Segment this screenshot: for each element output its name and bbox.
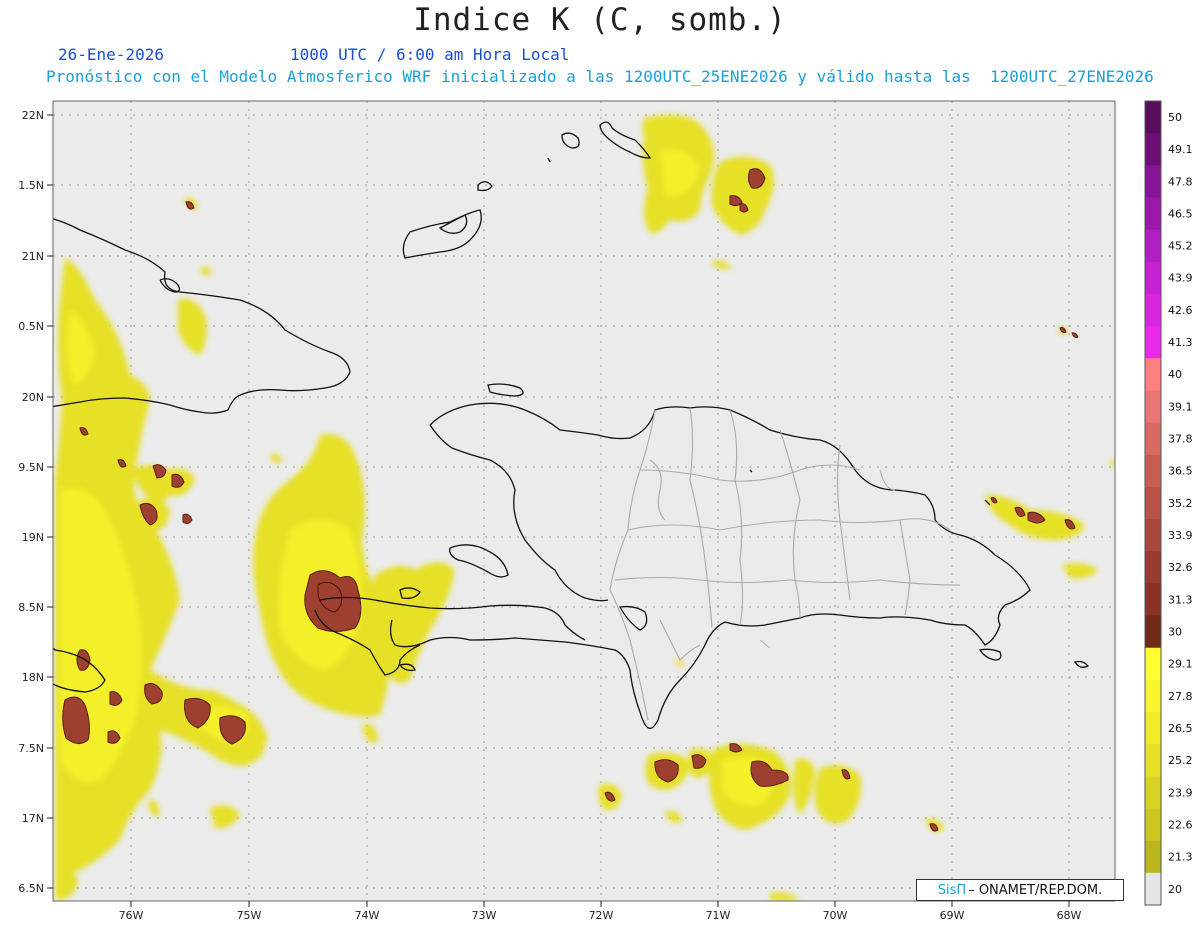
colorbar-swatch bbox=[1145, 358, 1161, 391]
lat-label: 20N bbox=[22, 391, 44, 404]
lat-label: 0.5N bbox=[18, 320, 44, 333]
lon-label: 75W bbox=[237, 909, 262, 922]
colorbar-label: 49.1 bbox=[1168, 143, 1193, 156]
latitude-labels: 22N 1.5N 21N 0.5N 20N 9.5N 19N 8.5N 18N … bbox=[18, 109, 44, 895]
colorbar-swatch bbox=[1145, 583, 1161, 617]
colorbar-swatch bbox=[1145, 326, 1161, 359]
colorbar-label: 27.8 bbox=[1168, 690, 1193, 703]
colorbar-swatch bbox=[1145, 519, 1161, 552]
lat-label: 21N bbox=[22, 250, 44, 263]
colorbar-swatch bbox=[1145, 744, 1161, 777]
credit-org: – ONAMET/REP.DOM. bbox=[968, 882, 1103, 898]
lat-label: 7.5N bbox=[18, 742, 44, 755]
colorbar-label: 25.2 bbox=[1168, 754, 1193, 767]
colorbar-label: 41.3 bbox=[1168, 336, 1193, 349]
colorbar-swatch bbox=[1145, 647, 1161, 681]
colorbar-swatch bbox=[1145, 422, 1161, 456]
colorbar-label: 26.5 bbox=[1168, 722, 1193, 735]
lon-label: 72W bbox=[589, 909, 614, 922]
colorbar-swatch bbox=[1145, 261, 1161, 295]
lon-label: 71W bbox=[706, 909, 731, 922]
lat-label: 17N bbox=[22, 812, 44, 825]
colorbar-label: 35.2 bbox=[1168, 497, 1193, 510]
lat-label: 6.5N bbox=[18, 882, 44, 895]
colorbar-label: 43.9 bbox=[1168, 272, 1193, 285]
colorbar: 50 49.1 47.8 46.5 45.2 43.9 42.6 41.3 40 39.1 37.8… bbox=[1144, 100, 1193, 906]
lon-label: 69W bbox=[940, 909, 965, 922]
colorbar-swatch bbox=[1145, 101, 1161, 134]
lat-label: 9.5N bbox=[18, 461, 44, 474]
colorbar-swatch bbox=[1145, 872, 1161, 906]
k-index-map: 22N 1.5N 21N 0.5N 20N 9.5N 19N 8.5N 18N … bbox=[18, 100, 1193, 922]
lon-label: 76W bbox=[119, 909, 144, 922]
colorbar-label: 39.1 bbox=[1168, 400, 1193, 413]
sispi-logo: SisΠ bbox=[937, 882, 967, 898]
colorbar-label: 21.3 bbox=[1168, 851, 1193, 864]
colorbar-label: 45.2 bbox=[1168, 240, 1193, 253]
lat-label: 18N bbox=[22, 671, 44, 684]
colorbar-label: 22.6 bbox=[1168, 818, 1193, 831]
colorbar-swatch bbox=[1145, 293, 1161, 327]
colorbar-swatch bbox=[1145, 776, 1161, 810]
colorbar-label: 46.5 bbox=[1168, 207, 1193, 220]
colorbar-label: 50 bbox=[1168, 111, 1182, 124]
colorbar-label: 36.5 bbox=[1168, 465, 1193, 478]
colorbar-swatch bbox=[1145, 197, 1161, 231]
colorbar-swatch bbox=[1145, 808, 1161, 842]
colorbar-swatch bbox=[1145, 679, 1161, 713]
colorbar-swatch bbox=[1145, 229, 1161, 263]
colorbar-label: 20 bbox=[1168, 883, 1182, 896]
lon-label: 68W bbox=[1057, 909, 1082, 922]
colorbar-label: 42.6 bbox=[1168, 304, 1193, 317]
lat-label: 19N bbox=[22, 531, 44, 544]
lon-label: 73W bbox=[472, 909, 497, 922]
map-background bbox=[53, 101, 1115, 901]
colorbar-swatch bbox=[1145, 454, 1161, 488]
colorbar-label: 29.1 bbox=[1168, 658, 1193, 671]
colorbar-label: 31.3 bbox=[1168, 593, 1193, 606]
credit-box: SisΠ – ONAMET/REP.DOM. bbox=[916, 879, 1124, 901]
lat-label: 22N bbox=[22, 109, 44, 122]
colorbar-swatch bbox=[1145, 551, 1161, 584]
colorbar-swatch bbox=[1145, 165, 1161, 198]
colorbar-label: 30 bbox=[1168, 625, 1182, 638]
colorbar-swatch bbox=[1145, 840, 1161, 874]
colorbar-label: 37.8 bbox=[1168, 433, 1193, 446]
colorbar-label: 33.9 bbox=[1168, 529, 1193, 542]
lat-label: 8.5N bbox=[18, 601, 44, 614]
colorbar-swatch bbox=[1145, 615, 1161, 649]
lon-label: 70W bbox=[823, 909, 848, 922]
colorbar-swatch bbox=[1145, 390, 1161, 424]
lat-label: 1.5N bbox=[18, 179, 44, 192]
colorbar-swatch bbox=[1145, 712, 1161, 745]
colorbar-label: 23.9 bbox=[1168, 786, 1193, 799]
colorbar-label: 47.8 bbox=[1168, 175, 1193, 188]
colorbar-label: 32.6 bbox=[1168, 561, 1193, 574]
lon-label: 74W bbox=[355, 909, 380, 922]
colorbar-label: 40 bbox=[1168, 368, 1182, 381]
colorbar-swatch bbox=[1145, 133, 1161, 166]
longitude-labels: 76W 75W 74W 73W 72W 71W 70W 69W 68W bbox=[119, 909, 1082, 922]
colorbar-swatch bbox=[1145, 486, 1161, 520]
